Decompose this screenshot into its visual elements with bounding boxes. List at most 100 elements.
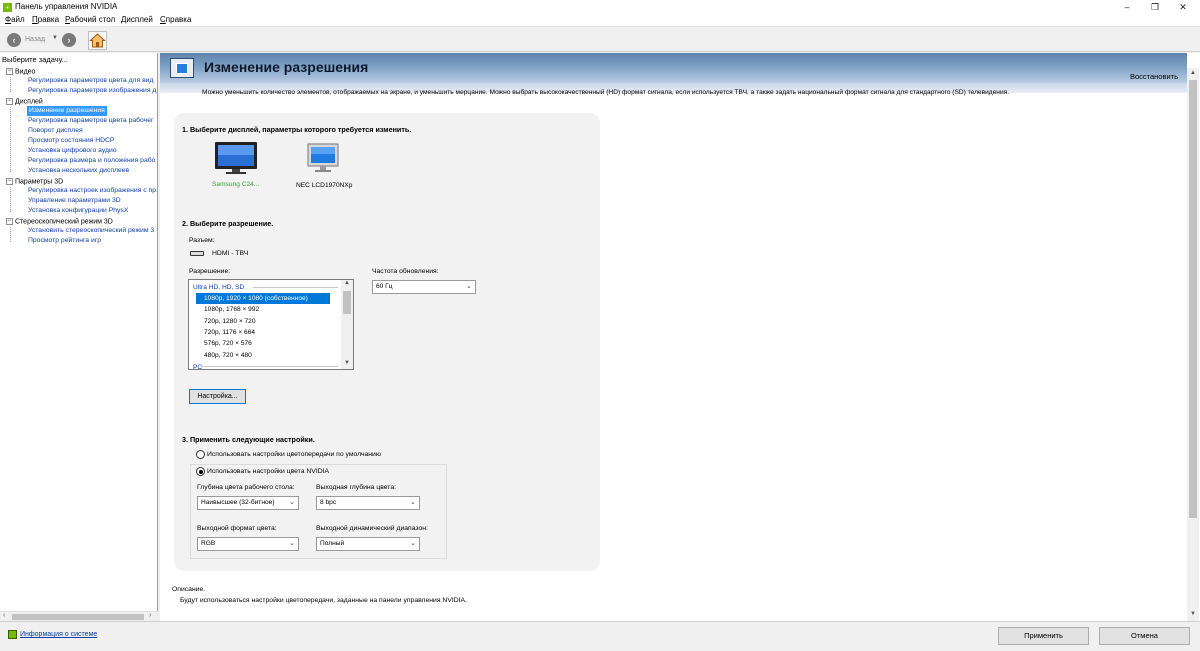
desktop-depth-label: Глубина цвета рабочего стола:: [197, 484, 295, 491]
home-button[interactable]: [88, 31, 107, 50]
dynamic-range-select[interactable]: Полный ⌄: [316, 537, 420, 551]
sidebar-item-physx[interactable]: Установка конфигурации PhysX: [28, 206, 158, 216]
menu-desktop[interactable]: Рабочий стол: [65, 15, 115, 24]
back-history-dropdown[interactable]: ▼: [52, 35, 58, 41]
sidebar-item-hdcp-status[interactable]: Просмотр состояния HDCP: [28, 136, 158, 146]
sidebar-item-desktop-color[interactable]: Регулировка параметров цвета рабочег: [28, 116, 158, 126]
sidebar-item-change-resolution[interactable]: Изменение разрешения: [27, 106, 107, 116]
output-format-select[interactable]: RGB ⌄: [197, 537, 299, 551]
nvidia-info-icon[interactable]: [8, 630, 17, 639]
scroll-down-icon[interactable]: ▼: [1190, 611, 1196, 617]
collapse-icon[interactable]: −: [6, 68, 13, 75]
task-sidebar: Выберите задачу... − Видео Регулировка па…: [0, 53, 158, 621]
scroll-right-icon[interactable]: ›: [149, 612, 151, 619]
sidebar-category-display[interactable]: − Дисплей: [6, 98, 43, 105]
sidebar-item-digital-audio[interactable]: Установка цифрового аудио: [28, 146, 158, 156]
chevron-down-icon: ⌄: [466, 283, 472, 290]
refresh-rate-label: Частота обновления:: [372, 268, 439, 275]
monitor-icon: [307, 143, 339, 172]
display-nec[interactable]: [307, 143, 341, 179]
menu-edit-label: равка: [37, 15, 60, 24]
resolution-option[interactable]: 480p, 720 × 480: [196, 350, 330, 361]
customize-button[interactable]: Настройка...: [189, 389, 246, 404]
scroll-down-icon[interactable]: ▼: [344, 360, 350, 366]
back-button-label[interactable]: Назад: [25, 36, 45, 43]
monitor-icon: [215, 142, 257, 174]
collapse-icon[interactable]: −: [6, 98, 13, 105]
output-format-value: RGB: [201, 540, 216, 547]
step3-title: 3. Применить следующие настройки.: [182, 435, 315, 444]
menu-help[interactable]: Справка: [160, 15, 191, 24]
display-nec-label[interactable]: NEC LCD1970NXp: [296, 182, 352, 189]
description-text: Будут использоваться настройки цветопере…: [180, 597, 467, 604]
tree-connector: [10, 187, 11, 212]
arrow-left-icon[interactable]: ‹: [7, 33, 21, 47]
menu-edit[interactable]: Правка: [32, 15, 59, 24]
cancel-button[interactable]: Отмена: [1099, 627, 1190, 645]
sidebar-item-multiple-displays[interactable]: Установка нескольких дисплеев: [28, 166, 158, 176]
radio-default-color-label[interactable]: Использовать настройки цветопередачи по …: [207, 451, 381, 458]
sidebar-item-image-settings[interactable]: Регулировка настроек изображения с пр: [28, 186, 158, 196]
apply-button[interactable]: Применить: [998, 627, 1089, 645]
scroll-left-icon[interactable]: ‹: [3, 612, 5, 619]
sidebar-category-3d-settings[interactable]: − Параметры 3D: [6, 178, 63, 185]
menu-display[interactable]: Дисплей: [121, 15, 153, 24]
system-info-link[interactable]: Информация о системе: [20, 631, 97, 638]
radio-nvidia-color-label[interactable]: Использовать настройки цвета NVIDIA: [207, 468, 333, 475]
output-format-label: Выходной формат цвета:: [197, 525, 277, 532]
desktop-depth-select[interactable]: Наивысшее (32-битное) ⌄: [197, 496, 299, 510]
chevron-down-icon: ⌄: [410, 499, 416, 506]
resolution-option[interactable]: 576p, 720 × 576: [196, 338, 330, 349]
radio-nvidia-color[interactable]: [196, 467, 205, 476]
restore-defaults-link[interactable]: Восстановить: [1130, 72, 1178, 81]
collapse-icon[interactable]: −: [6, 178, 13, 185]
sidebar-item-video-color[interactable]: Регулировка параметров цвета для вид: [28, 76, 158, 86]
display-samsung[interactable]: [214, 141, 264, 181]
page-banner: Изменение разрешения: [160, 53, 1187, 83]
sidebar-item-desktop-size[interactable]: Регулировка размера и положения рабо: [28, 156, 158, 166]
tree-connector: [10, 107, 11, 172]
sidebar-category-video[interactable]: − Видео: [6, 68, 35, 75]
chevron-down-icon: ⌄: [289, 540, 295, 547]
resolution-option[interactable]: 720p, 1280 × 720: [196, 316, 330, 327]
display-samsung-label[interactable]: Samsung C24...: [212, 181, 259, 188]
sidebar-category-label: Видео: [15, 68, 36, 76]
resolution-listbox[interactable]: Ultra HD, HD, SD 1080p, 1920 × 1080 (соб…: [188, 279, 354, 370]
scroll-up-icon[interactable]: ▲: [1190, 70, 1196, 76]
group-divider: [253, 287, 338, 288]
tree-connector: [10, 227, 11, 242]
listbox-scrollbar[interactable]: ▲ ▼: [341, 280, 353, 369]
sidebar-category-stereo-3d[interactable]: − Стереоскопический режим 3D: [6, 218, 113, 225]
resolution-option[interactable]: 1080p, 1768 × 992: [196, 304, 330, 315]
menu-desktop-label: абочий стол: [70, 15, 116, 24]
sidebar-item-rotate-display[interactable]: Поворот дисплея: [28, 126, 158, 136]
refresh-rate-select[interactable]: 60 Гц ⌄: [372, 280, 476, 294]
close-button[interactable]: ✕: [1166, 0, 1200, 14]
dynamic-range-label: Выходной динамический диапазон:: [316, 525, 428, 532]
collapse-icon[interactable]: −: [6, 218, 13, 225]
connector-label: Разъем:: [189, 237, 215, 244]
scroll-up-icon[interactable]: ▲: [344, 280, 350, 286]
step1-title: 1. Выберите дисплей, параметры которого …: [182, 125, 412, 134]
arrow-right-icon[interactable]: ›: [62, 33, 76, 47]
sidebar-item-game-ratings[interactable]: Просмотр рейтинга игр: [28, 236, 158, 246]
output-depth-select[interactable]: 8 bpc ⌄: [316, 496, 420, 510]
scrollbar-thumb[interactable]: [1189, 80, 1197, 518]
nvidia-logo-icon: [3, 3, 12, 12]
sidebar-horizontal-scrollbar[interactable]: ‹ ›: [0, 611, 158, 621]
radio-default-color[interactable]: [196, 450, 205, 459]
menu-file-label: айл: [11, 15, 25, 24]
resolution-option[interactable]: 1080p, 1920 × 1080 (собственное): [196, 293, 330, 305]
desktop-depth-value: Наивысшее (32-битное): [201, 499, 275, 506]
scrollbar-thumb[interactable]: [343, 291, 351, 314]
window-title: Панель управления NVIDIA: [15, 2, 118, 11]
sidebar-item-manage-3d[interactable]: Управление параметрами 3D: [28, 196, 158, 206]
tree-connector: [10, 77, 11, 92]
sidebar-item-stereo-setup[interactable]: Установить стереоскопический режим 3: [28, 226, 158, 236]
scrollbar-thumb[interactable]: [12, 614, 144, 620]
menu-bar: Файл Правка Рабочий стол Дисплей Справка: [0, 14, 1200, 27]
page-description: Можно уменьшить количество элементов, от…: [202, 89, 1010, 96]
menu-file[interactable]: Файл: [5, 15, 25, 24]
sidebar-item-video-image[interactable]: Регулировка параметров изображения д: [28, 86, 158, 96]
resolution-option[interactable]: 720p, 1176 × 664: [196, 327, 330, 338]
